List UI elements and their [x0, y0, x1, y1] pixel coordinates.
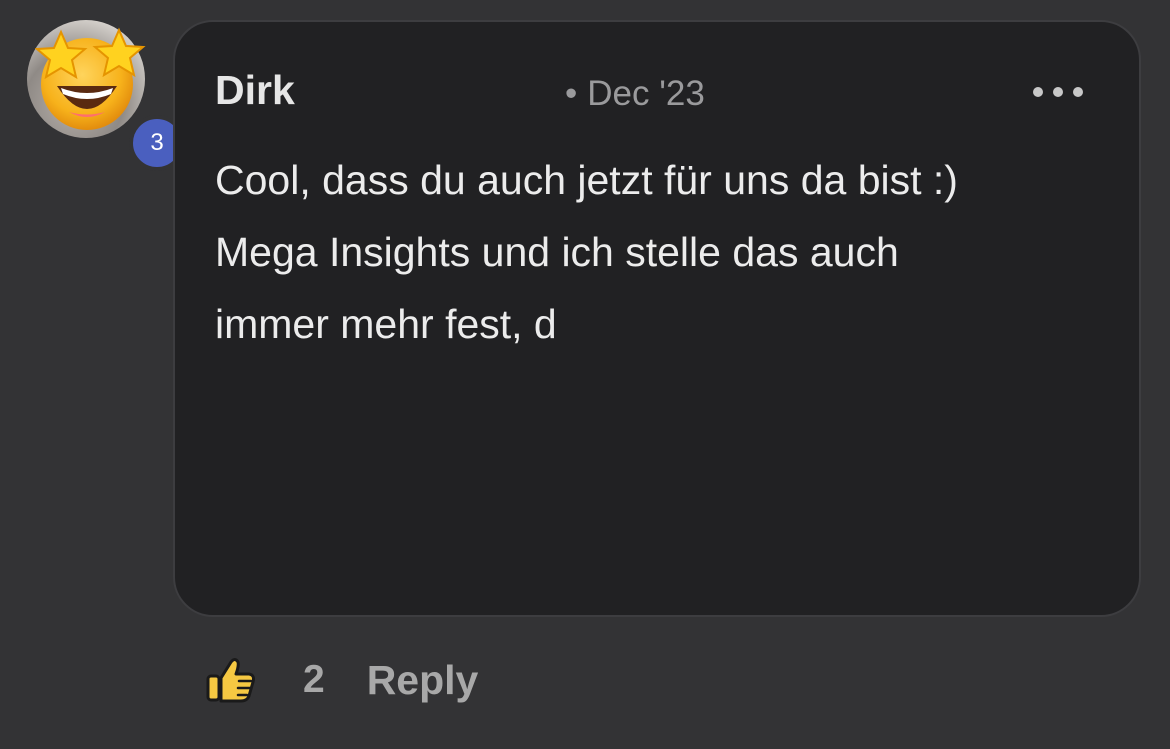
- like-count: 2: [303, 658, 325, 701]
- comment-actions: 2 Reply: [205, 648, 478, 712]
- more-dot: [1053, 87, 1063, 97]
- more-options-icon[interactable]: [1033, 82, 1083, 102]
- comment-line: Cool, dass du auch jetzt für uns da bist…: [215, 157, 958, 203]
- comment-author[interactable]: Dirk: [215, 70, 295, 111]
- star-struck-emoji-icon: [35, 27, 146, 130]
- comment-bubble: Dirk • Dec '23 Cool, dass du auch jetzt f…: [173, 20, 1141, 617]
- date-separator: •: [565, 74, 578, 113]
- reply-button[interactable]: Reply: [367, 657, 479, 704]
- more-dot: [1033, 87, 1043, 97]
- more-dot: [1073, 87, 1083, 97]
- comment-line-truncated: immer mehr fest, d: [215, 301, 557, 347]
- comment-thread: 3 Dirk • Dec '23 Cool, dass du auch jetzt…: [0, 0, 1170, 749]
- comment-date-text: Dec '23: [587, 74, 705, 113]
- comment-line: Mega Insights und ich stelle das auch: [215, 229, 899, 275]
- comment-date: • Dec '23: [565, 76, 705, 111]
- comment-body: Cool, dass du auch jetzt für uns da bist…: [215, 144, 1095, 360]
- thumbs-up-icon[interactable]: [205, 654, 257, 706]
- avatar[interactable]: 3: [27, 20, 185, 171]
